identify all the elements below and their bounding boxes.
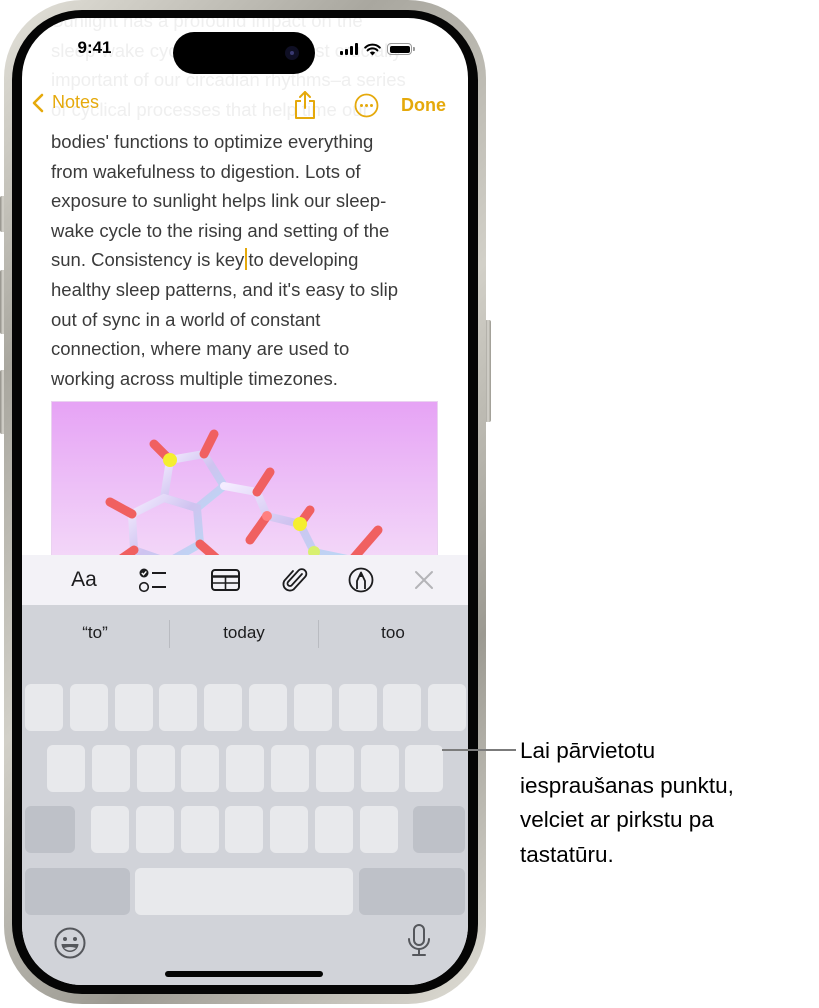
delete-key[interactable]	[413, 806, 465, 853]
note-line: from wakefulness to digestion. Lots of	[51, 160, 361, 182]
predictive-text-bar: “to” today too	[22, 605, 468, 665]
note-line: exposure to sunlight helps link our slee…	[51, 190, 387, 212]
keyboard-key[interactable]	[249, 684, 287, 731]
suggestion-item[interactable]: “to”	[35, 623, 155, 643]
share-icon[interactable]	[292, 90, 318, 120]
keyboard-key[interactable]	[159, 684, 198, 731]
text-after-caret: to developing	[248, 249, 359, 271]
text-before-caret: sun. Consistency is key	[51, 249, 245, 271]
molecule-image[interactable]	[51, 401, 438, 556]
numbers-key[interactable]	[25, 868, 130, 915]
callout-annotation: Lai pārvietotu iespraušanas punktu, velc…	[520, 734, 819, 872]
keyboard-key[interactable]	[135, 806, 174, 853]
navigation-bar: Notes Done	[22, 90, 468, 122]
ellipsis-circle-icon[interactable]	[354, 93, 379, 118]
emoji-icon[interactable]	[54, 927, 86, 959]
callout-leader-line	[442, 749, 516, 751]
checklist-icon	[139, 568, 166, 593]
keyboard-key[interactable]	[204, 684, 243, 731]
keyboard-key[interactable]	[25, 684, 63, 731]
keyboard-key[interactable]	[91, 806, 129, 853]
note-line: connection, where many are used to	[51, 338, 350, 360]
close-toolbar-button[interactable]	[412, 566, 436, 594]
note-line: wake cycle to the rising and setting of …	[51, 219, 390, 241]
callout-line: velciet ar pirkstu pa	[520, 807, 714, 833]
keyboard-key[interactable]	[226, 745, 265, 792]
suggestion-divider	[318, 620, 319, 648]
keyboard-key[interactable]	[91, 745, 130, 792]
formatting-toolbar: Aa	[22, 555, 468, 605]
callout-line: Lai pārvietotu	[520, 738, 656, 763]
back-label: Notes	[52, 92, 100, 112]
checklist-button[interactable]	[138, 566, 168, 594]
shift-key[interactable]	[25, 806, 75, 853]
insertion-caret	[245, 248, 248, 271]
note-line: working across multiple timezones.	[51, 367, 338, 389]
battery-icon	[387, 43, 415, 55]
suggestion-item[interactable]: today	[184, 623, 304, 643]
keyboard-key[interactable]	[181, 745, 220, 792]
keyboard-key[interactable]	[405, 745, 444, 792]
callout-line: iespraušanas punktu,	[520, 772, 734, 798]
note-line: bodies' functions to optimize everything	[51, 131, 374, 152]
cellular-signal-icon	[340, 43, 358, 55]
return-key[interactable]	[359, 868, 465, 915]
dynamic-island	[173, 32, 315, 74]
keyboard-key[interactable]	[69, 684, 108, 731]
keyboard-key[interactable]	[315, 806, 353, 853]
molecule-illustration	[105, 429, 383, 555]
phone-screen: Sunlight has a profound impact on the sl…	[22, 18, 468, 985]
back-button[interactable]: Notes	[32, 92, 99, 113]
markup-pen-icon	[348, 567, 374, 593]
home-indicator[interactable]	[165, 971, 323, 977]
keyboard-key[interactable]	[338, 684, 377, 731]
keyboard-key[interactable]	[293, 684, 332, 731]
keyboard-key[interactable]	[47, 745, 85, 792]
keyboard[interactable]: “to” today too	[22, 605, 468, 985]
wifi-icon	[364, 43, 381, 55]
text-format-button[interactable]: Aa	[67, 566, 101, 594]
keyboard-key[interactable]	[360, 745, 399, 792]
text-format-icon: Aa	[71, 568, 97, 591]
keyboard-key[interactable]	[136, 745, 175, 792]
callout-line: tastatūru.	[520, 841, 614, 867]
note-line: healthy sleep patterns, and it's easy to…	[51, 278, 399, 300]
done-button[interactable]: Done	[401, 95, 446, 116]
attachment-button[interactable]	[280, 566, 310, 594]
markup-button[interactable]	[346, 566, 376, 594]
keyboard-key[interactable]	[383, 684, 422, 731]
microphone-icon[interactable]	[406, 923, 432, 959]
note-body[interactable]: bodies' functions to optimize everything…	[51, 127, 451, 393]
status-icons	[340, 41, 415, 57]
space-key[interactable]	[135, 868, 353, 915]
keyboard-key[interactable]	[270, 806, 309, 853]
suggestion-divider	[169, 620, 170, 648]
keyboard-key[interactable]	[428, 684, 467, 731]
keyboard-key[interactable]	[225, 806, 264, 853]
keyboard-key[interactable]	[315, 745, 354, 792]
keyboard-key[interactable]	[359, 806, 398, 853]
paperclip-icon	[282, 568, 308, 592]
camera-icon	[285, 46, 299, 60]
note-line: out of sync in a world of constant	[51, 308, 321, 330]
keyboard-key[interactable]	[271, 745, 309, 792]
close-icon	[415, 571, 433, 589]
keyboard-key[interactable]	[114, 684, 153, 731]
keyboard-key[interactable]	[180, 806, 219, 853]
table-button[interactable]	[210, 566, 240, 594]
suggestion-item[interactable]: too	[333, 623, 453, 643]
chevron-left-icon	[32, 93, 44, 112]
note-line-with-caret: sun. Consistency is key to developing	[51, 245, 451, 275]
table-icon	[210, 569, 240, 591]
status-time: 9:41	[77, 38, 112, 57]
